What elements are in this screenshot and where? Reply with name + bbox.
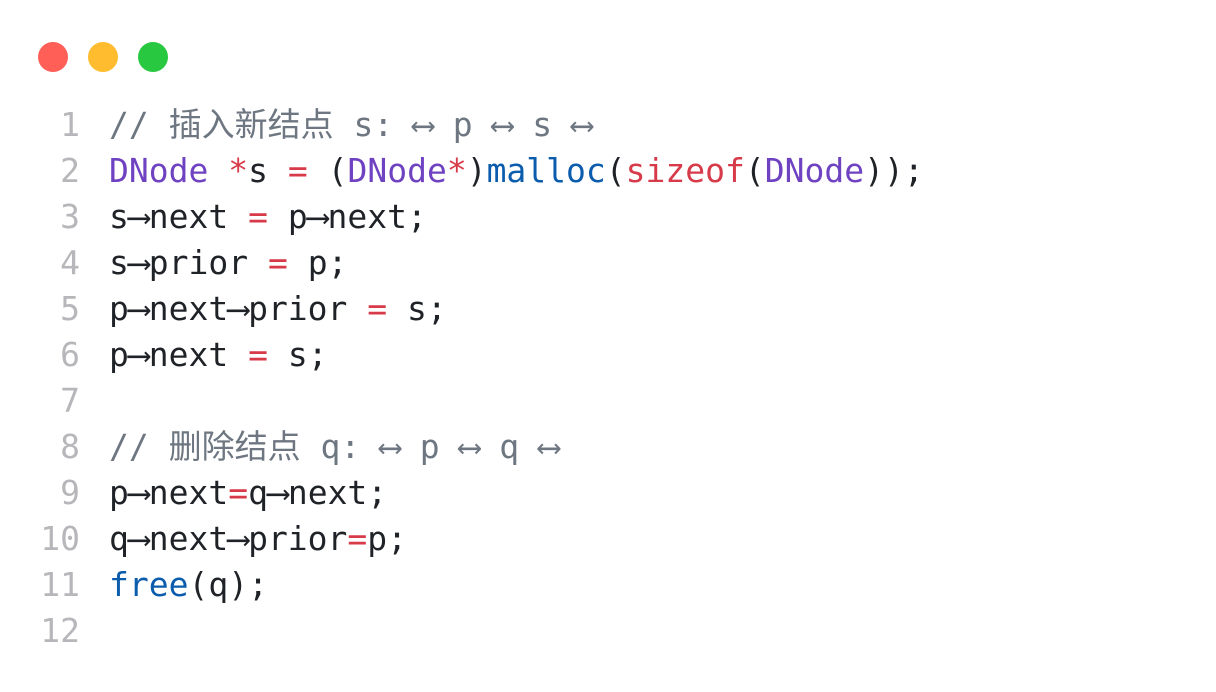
code-line: 4 s⟶prior = p; xyxy=(0,240,1216,286)
line-number: 6 xyxy=(60,335,80,374)
line-number: 8 xyxy=(60,427,80,466)
code-window: 1// 插入新结点 s: ⟷ p ⟷ s ⟷ 2 DNode *s = (DNode… xyxy=(0,0,1216,692)
code-token: p⟶next⟶prior xyxy=(109,289,368,328)
window-controls xyxy=(38,42,168,72)
line-number: 5 xyxy=(60,289,80,328)
code-token: p⟶next; xyxy=(267,197,427,236)
code-line: 10 q⟶next⟶prior=p; xyxy=(0,516,1216,562)
code-token: (q); xyxy=(188,565,268,604)
code-token: p⟶next xyxy=(109,473,229,512)
minimize-button[interactable] xyxy=(88,42,118,72)
code-line: 12 xyxy=(0,608,1216,654)
line-number: 7 xyxy=(60,381,80,420)
line-number: 10 xyxy=(40,519,80,558)
line-number: 9 xyxy=(60,473,80,512)
code-token: s⟶next xyxy=(109,197,249,236)
code-text: p⟶next=q⟶next; xyxy=(109,470,387,516)
code-text: // 插入新结点 s: ⟷ p ⟷ s ⟷ xyxy=(109,102,592,148)
line-number: 12 xyxy=(40,611,80,650)
close-button[interactable] xyxy=(38,42,68,72)
line-number: 2 xyxy=(60,151,80,190)
code-token: p⟶next xyxy=(109,335,249,374)
code-line: 8 // 删除结点 q: ⟷ p ⟷ q ⟷ xyxy=(0,424,1216,470)
code-token: = xyxy=(287,151,308,190)
code-text: p⟶next = s; xyxy=(109,332,328,378)
line-number: 1 xyxy=(60,105,80,144)
maximize-button[interactable] xyxy=(138,42,168,72)
code-token: s xyxy=(248,151,288,190)
code-token: s; xyxy=(387,289,447,328)
code-line: 7 xyxy=(0,378,1216,424)
line-number: 4 xyxy=(60,243,80,282)
code-token: = xyxy=(267,243,288,282)
code-token: ) xyxy=(466,151,487,190)
code-line: 6 p⟶next = s; xyxy=(0,332,1216,378)
code-token: ( xyxy=(307,151,348,190)
line-number: 3 xyxy=(60,197,80,236)
code-token: // 删除结点 q: ⟷ p ⟷ q ⟷ xyxy=(109,427,559,466)
code-token: = xyxy=(248,335,268,374)
code-editor[interactable]: 1// 插入新结点 s: ⟷ p ⟷ s ⟷ 2 DNode *s = (DNode… xyxy=(0,102,1216,654)
code-line: 5 p⟶next⟶prior = s; xyxy=(0,286,1216,332)
code-token: malloc xyxy=(486,151,606,190)
code-text: p⟶next⟶prior = s; xyxy=(109,286,447,332)
code-token: = xyxy=(347,519,368,558)
code-token: = xyxy=(248,197,268,236)
code-token: DNode xyxy=(347,151,447,190)
code-token: = xyxy=(228,473,249,512)
code-token: // 插入新结点 s: ⟷ p ⟷ s ⟷ xyxy=(109,105,592,144)
code-token: DNode xyxy=(764,151,865,190)
code-token: s⟶prior xyxy=(109,243,268,282)
code-token: q⟶next; xyxy=(248,473,388,512)
code-token: )); xyxy=(864,151,924,190)
code-token: s; xyxy=(267,335,328,374)
code-token: q⟶next⟶prior xyxy=(109,519,348,558)
code-token: p; xyxy=(287,243,348,282)
code-token: free xyxy=(109,565,189,604)
code-token: p; xyxy=(367,519,408,558)
code-text: free(q); xyxy=(109,562,268,608)
code-line: 9 p⟶next=q⟶next; xyxy=(0,470,1216,516)
code-token: sizeof xyxy=(625,151,745,190)
line-number: 11 xyxy=(40,565,80,604)
code-text: s⟶next = p⟶next; xyxy=(109,194,427,240)
code-line: 3 s⟶next = p⟶next; xyxy=(0,194,1216,240)
code-line: 2 DNode *s = (DNode*)malloc(sizeof(DNode)… xyxy=(0,148,1216,194)
code-token: ( xyxy=(744,151,765,190)
code-text: // 删除结点 q: ⟷ p ⟷ q ⟷ xyxy=(109,424,559,470)
code-token: = xyxy=(367,289,388,328)
code-token: * xyxy=(228,151,249,190)
code-text: q⟶next⟶prior=p; xyxy=(109,516,407,562)
code-token: * xyxy=(446,151,467,190)
code-line: 1 // 插入新结点 s: ⟷ p ⟷ s ⟷ xyxy=(0,102,1216,148)
code-token: ( xyxy=(605,151,626,190)
code-line: 11 free(q); xyxy=(0,562,1216,608)
code-token: DNode xyxy=(109,151,209,190)
code-text: s⟶prior = p; xyxy=(109,240,347,286)
code-text: DNode *s = (DNode*)malloc(sizeof(DNode))… xyxy=(109,148,924,194)
